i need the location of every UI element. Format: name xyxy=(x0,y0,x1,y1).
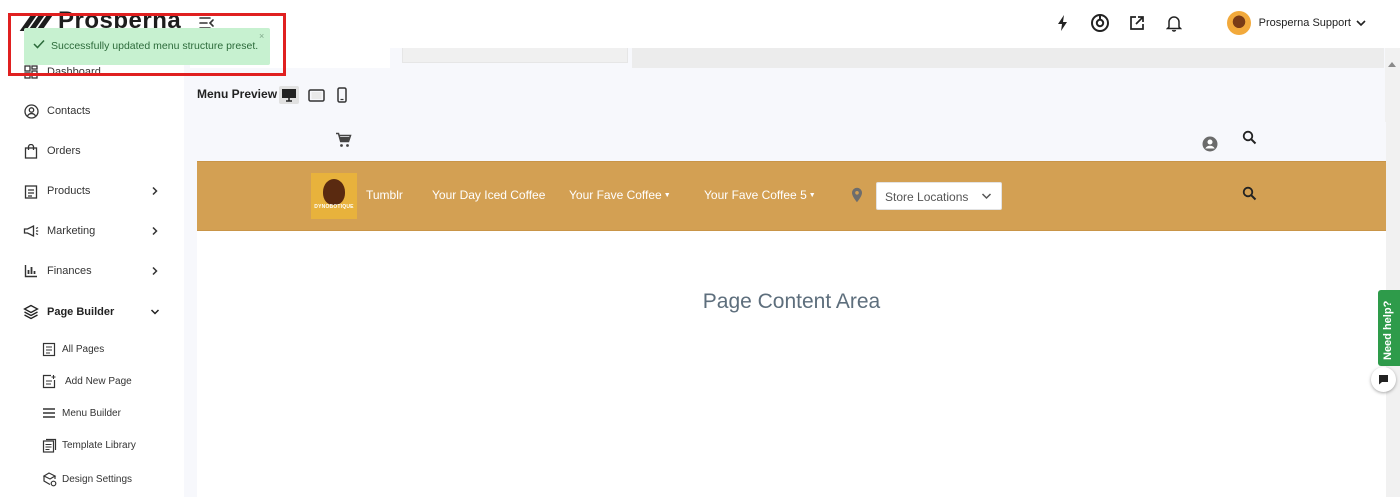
menu-link-your-fave-coffee-5[interactable]: Your Fave Coffee 5 ▼ xyxy=(704,188,816,202)
layers-icon xyxy=(23,304,39,320)
sidebar-subitem-all-pages[interactable]: All Pages xyxy=(0,335,184,363)
sidebar-subitem-label: Template Library xyxy=(62,439,136,451)
chevron-right-icon xyxy=(152,266,158,276)
search-icon[interactable] xyxy=(1242,186,1257,201)
preview-top-bar xyxy=(197,122,1386,162)
cart-icon[interactable] xyxy=(335,132,352,148)
menu-link-tumblr[interactable]: Tumblr xyxy=(366,188,403,202)
vertical-scrollbar[interactable] xyxy=(1385,48,1400,497)
sidebar-item-label: Finances xyxy=(47,265,92,277)
sidebar-subitem-menu-builder[interactable]: Menu Builder xyxy=(0,399,184,427)
chevron-right-icon xyxy=(152,186,158,196)
need-help-tab[interactable]: Need help? xyxy=(1378,290,1400,366)
menu-link-your-fave-coffee[interactable]: Your Fave Coffee ▼ xyxy=(569,188,671,202)
sidebar-subitem-template-library[interactable]: Template Library xyxy=(0,431,184,459)
sidebar-item-label: Contacts xyxy=(47,105,91,117)
clipboard-list-icon xyxy=(23,183,39,199)
document-add-icon xyxy=(41,373,57,389)
sidebar: Dashboard Contacts Orders Products Marke… xyxy=(0,48,184,497)
menu-lines-icon xyxy=(41,405,57,421)
caret-down-icon: ▼ xyxy=(808,192,816,199)
chat-icon[interactable] xyxy=(1371,367,1396,392)
panel-header-middle xyxy=(402,48,628,63)
menu-link-your-day-iced-coffee[interactable]: Your Day Iced Coffee xyxy=(432,188,545,202)
document-icon xyxy=(41,341,57,357)
page-content-title: Page Content Area xyxy=(702,290,881,313)
tablet-icon[interactable] xyxy=(306,86,326,104)
sidebar-item-label: Page Builder xyxy=(47,306,115,318)
store-logo-text: DYNOBOTIQUE xyxy=(314,204,354,210)
account-circle-icon[interactable] xyxy=(1202,136,1218,152)
external-link-icon[interactable] xyxy=(1123,10,1151,36)
chevron-down-icon xyxy=(981,193,992,200)
sidebar-subitem-label: All Pages xyxy=(62,343,105,355)
page-content-area: Page Content Area xyxy=(197,231,1386,497)
sidebar-subitem-design-settings[interactable]: Design Settings xyxy=(0,465,184,493)
scroll-up-icon[interactable] xyxy=(1388,62,1396,67)
desktop-icon[interactable] xyxy=(279,86,299,104)
toast-highlight-box xyxy=(8,13,286,76)
user-menu[interactable]: Prosperna Support xyxy=(1226,11,1366,35)
donut-chart-icon[interactable] xyxy=(1086,10,1114,36)
store-locations-value: Store Locations xyxy=(885,190,969,204)
shopping-bag-icon xyxy=(23,143,39,159)
sidebar-item-label: Products xyxy=(47,185,91,197)
sidebar-item-label: Marketing xyxy=(47,225,96,237)
header-actions: Prosperna Support xyxy=(1049,10,1400,36)
megaphone-icon xyxy=(23,223,39,239)
caret-down-icon: ▼ xyxy=(663,192,671,199)
design-palette-icon xyxy=(41,471,57,487)
preview-menu-bar: DYNOBOTIQUE Tumblr Your Day Iced Coffee … xyxy=(197,161,1386,231)
avatar xyxy=(1226,11,1251,35)
sidebar-subitem-label: Design Settings xyxy=(62,473,133,485)
main-panel: Menu Preview DYNOBOTIQUE Tumblr Your Day… xyxy=(184,48,1400,497)
menu-preview-title: Menu Preview xyxy=(197,87,278,101)
search-icon[interactable] xyxy=(1242,130,1257,145)
chevron-down-icon xyxy=(150,309,160,315)
mobile-icon[interactable] xyxy=(332,86,352,104)
chevron-right-icon xyxy=(152,226,158,236)
sidebar-subitem-label: Menu Builder xyxy=(62,407,121,419)
lightning-icon[interactable] xyxy=(1049,10,1077,36)
bell-icon[interactable] xyxy=(1160,10,1188,36)
location-pin-icon xyxy=(852,187,862,203)
store-logo-image xyxy=(323,179,345,205)
bar-chart-icon xyxy=(23,263,39,279)
need-help-label: Need help? xyxy=(1382,300,1394,360)
store-locations-select[interactable]: Store Locations xyxy=(876,182,1002,210)
sidebar-item-products[interactable]: Products xyxy=(0,176,184,206)
chevron-down-icon xyxy=(1356,20,1366,27)
sidebar-subitem-label: Add New Page xyxy=(65,375,132,387)
user-circle-icon xyxy=(23,103,39,119)
sidebar-item-label: Orders xyxy=(47,145,81,157)
menu-link-label: Your Fave Coffee xyxy=(569,188,662,202)
menu-link-label: Your Fave Coffee 5 xyxy=(704,188,807,202)
sidebar-item-marketing[interactable]: Marketing xyxy=(0,216,184,246)
template-icon xyxy=(41,437,57,453)
sidebar-item-orders[interactable]: Orders xyxy=(0,136,184,166)
store-logo[interactable]: DYNOBOTIQUE xyxy=(311,173,357,219)
sidebar-item-finances[interactable]: Finances xyxy=(0,256,184,286)
user-name: Prosperna Support xyxy=(1258,17,1351,29)
sidebar-item-contacts[interactable]: Contacts xyxy=(0,96,184,126)
sidebar-item-page-builder[interactable]: Page Builder xyxy=(0,297,184,327)
panel-header-right xyxy=(632,48,1384,68)
app-page: Prosperna Prosperna Support Dashboard Co… xyxy=(0,0,1400,497)
sidebar-subitem-add-new-page[interactable]: Add New Page xyxy=(0,367,184,395)
